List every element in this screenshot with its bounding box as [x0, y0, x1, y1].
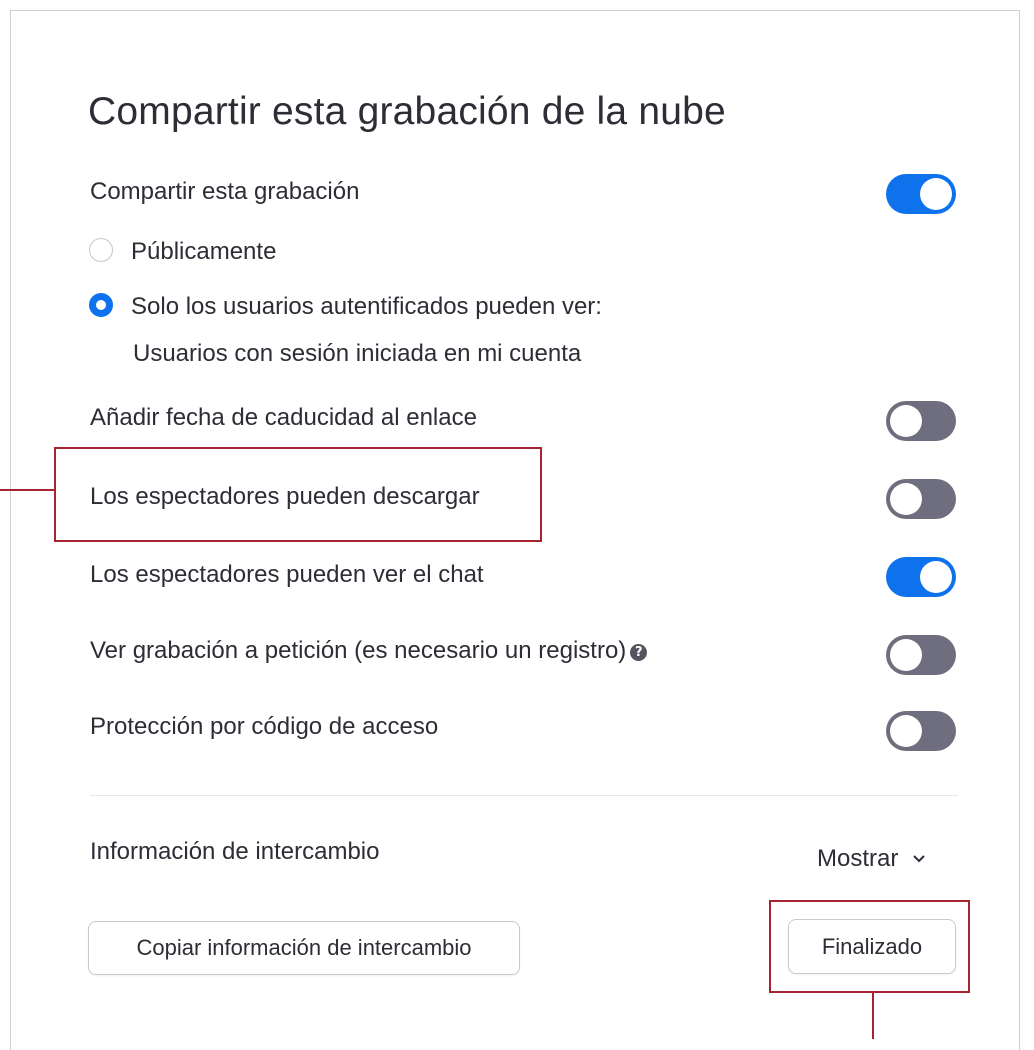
share-recording-label: Compartir esta grabación: [90, 178, 360, 205]
authenticated-users-label[interactable]: Solo los usuarios autentificados pueden …: [131, 293, 602, 321]
on-demand-label: Ver grabación a petición (es necesario u…: [90, 637, 648, 665]
toggle-knob: [890, 639, 922, 671]
public-radio-label[interactable]: Públicamente: [131, 238, 276, 266]
viewers-chat-toggle[interactable]: [886, 557, 956, 597]
chevron-down-icon: [912, 843, 926, 871]
divider: [90, 795, 958, 796]
done-pointer-line: [872, 993, 874, 1039]
passcode-protection-toggle[interactable]: [886, 711, 956, 751]
expiration-date-label: Añadir fecha de caducidad al enlace: [90, 404, 477, 431]
download-highlight-box: [54, 447, 542, 542]
expiration-date-toggle[interactable]: [886, 401, 956, 441]
on-demand-toggle[interactable]: [886, 635, 956, 675]
show-sharing-info-toggle[interactable]: Mostrar: [817, 843, 926, 873]
toggle-knob: [920, 178, 952, 210]
viewers-download-toggle[interactable]: [886, 479, 956, 519]
on-demand-label-text: Ver grabación a petición (es necesario u…: [90, 637, 627, 664]
sharing-info-label: Información de intercambio: [90, 838, 380, 865]
passcode-protection-label: Protección por código de acceso: [90, 713, 439, 740]
question-circle-icon[interactable]: ?: [630, 644, 648, 661]
download-pointer-line: [0, 489, 54, 491]
copy-sharing-info-button[interactable]: Copiar información de intercambio: [88, 921, 520, 975]
share-recording-toggle[interactable]: [886, 174, 956, 214]
authenticated-users-radio[interactable]: [89, 293, 113, 317]
toggle-knob: [920, 561, 952, 593]
toggle-knob: [890, 483, 922, 515]
authenticated-users-detail: Usuarios con sesión iniciada en mi cuent…: [133, 340, 582, 367]
show-label: Mostrar: [817, 845, 899, 872]
toggle-knob: [890, 715, 922, 747]
viewers-chat-label: Los espectadores pueden ver el chat: [90, 561, 484, 588]
done-highlight-box: [769, 900, 970, 993]
toggle-knob: [890, 405, 922, 437]
public-radio[interactable]: [89, 238, 113, 262]
dialog-title: Compartir esta grabación de la nube: [88, 90, 726, 133]
